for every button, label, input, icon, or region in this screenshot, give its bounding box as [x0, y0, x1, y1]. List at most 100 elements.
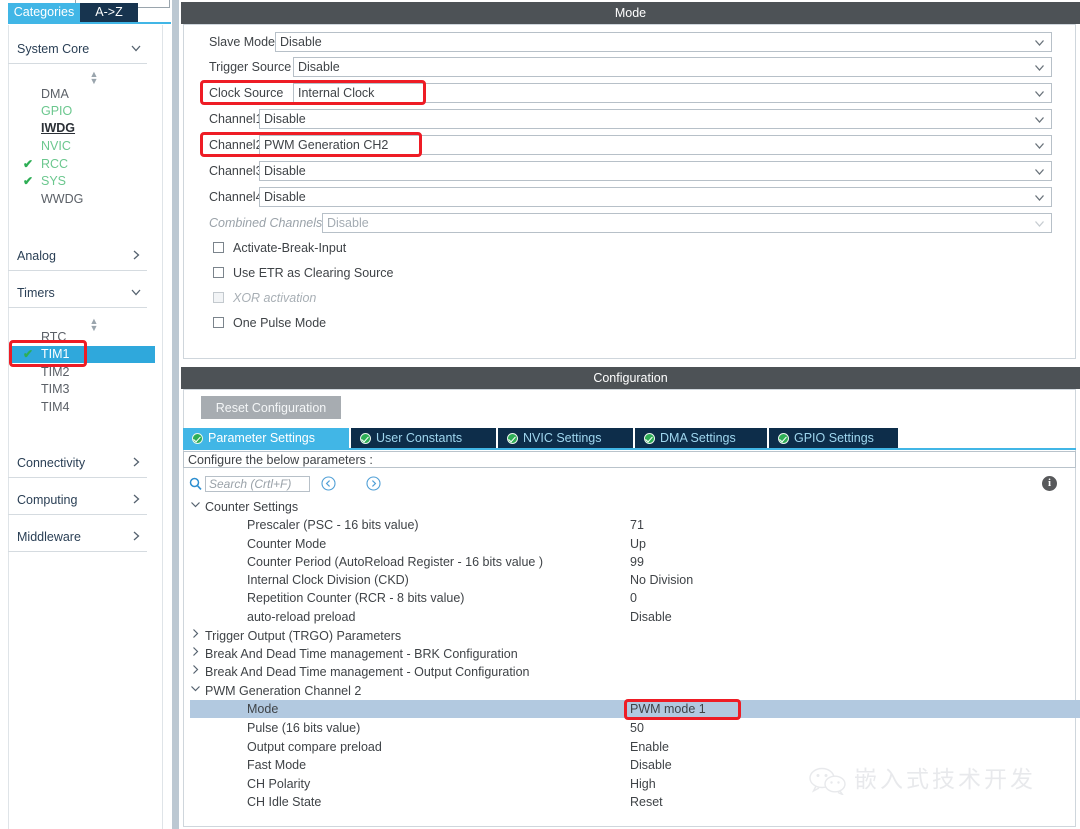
param-row-output-compare-preload[interactable]: Output compare preload Enable: [181, 738, 1080, 756]
chevron-right-icon: [129, 248, 143, 262]
tab-a-to-z[interactable]: A->Z: [80, 3, 138, 22]
chevron-down-icon: [1034, 217, 1045, 230]
tab-parameter-settings[interactable]: Parameter Settings: [183, 428, 349, 449]
tab-nvic-settings[interactable]: NVIC Settings: [498, 428, 633, 449]
channel4-value: Disable: [264, 190, 306, 204]
channel1-value: Disable: [264, 112, 306, 126]
channel1-select[interactable]: Disable: [259, 109, 1052, 129]
sidebar-item-label: RCC: [41, 157, 69, 171]
sidebar-item-nvic[interactable]: NVIC: [10, 138, 155, 155]
sidebar-item-label: RTC: [41, 330, 67, 344]
tab-categories[interactable]: Categories: [8, 3, 80, 22]
param-row-counter-period[interactable]: Counter Period (AutoReload Register - 16…: [181, 553, 1080, 571]
check-circle-icon: [360, 433, 371, 444]
check-circle-icon: [192, 433, 203, 444]
combined-channels-value: Disable: [327, 216, 369, 230]
chevron-down-icon: [129, 285, 143, 299]
channel4-label: Channel4: [209, 190, 263, 204]
sidebar-item-label: TIM2: [41, 365, 70, 379]
param-row-fast-mode[interactable]: Fast Mode Disable: [181, 756, 1080, 774]
param-row-internal-clock-division[interactable]: Internal Clock Division (CKD) No Divisio…: [181, 571, 1080, 589]
sidebar-item-tim3[interactable]: TIM3: [10, 381, 155, 398]
slave-mode-value: Disable: [280, 35, 322, 49]
slave-mode-select[interactable]: Disable: [275, 32, 1052, 52]
clock-source-value: Internal Clock: [298, 86, 375, 100]
param-row-repetition-counter[interactable]: Repetition Counter (RCR - 8 bits value) …: [181, 589, 1080, 607]
search-next-icon[interactable]: [366, 476, 381, 491]
param-name: Output compare preload: [247, 740, 382, 754]
param-value: 71: [630, 518, 644, 532]
xor-activation-label: XOR activation: [233, 291, 317, 305]
sidebar-item-rcc[interactable]: ✔ RCC: [10, 156, 155, 173]
reset-configuration-button[interactable]: Reset Configuration: [201, 396, 341, 419]
sidebar-group-computing[interactable]: Computing: [8, 487, 147, 515]
sidebar-group-timers[interactable]: Timers: [8, 280, 147, 308]
sidebar-item-tim1[interactable]: ✔ TIM1: [10, 346, 155, 363]
param-name: Prescaler (PSC - 16 bits value): [247, 518, 419, 532]
search-input[interactable]: [205, 476, 310, 492]
sidebar-item-label: DMA: [41, 87, 69, 101]
activate-break-input-checkbox[interactable]: [213, 242, 224, 253]
sidebar-group-label: Connectivity: [17, 456, 86, 470]
channel2-select[interactable]: PWM Generation CH2: [259, 135, 1052, 155]
one-pulse-mode-label: One Pulse Mode: [233, 316, 327, 330]
one-pulse-mode-checkbox[interactable]: [213, 317, 224, 328]
sidebar-group-middleware[interactable]: Middleware: [8, 524, 147, 552]
chevron-right-icon: [129, 455, 143, 469]
sidebar-item-label: NVIC: [41, 139, 71, 153]
mode-panel-title: Mode: [181, 2, 1080, 24]
configure-hint-text: Configure the below parameters :: [188, 453, 373, 467]
param-value: 0: [630, 591, 637, 605]
check-icon: ✔: [23, 347, 34, 361]
scroll-up-down-glyph[interactable]: ▲ ▼: [88, 70, 100, 86]
tab-gpio-settings[interactable]: GPIO Settings: [769, 428, 898, 449]
search-previous-icon[interactable]: [321, 476, 336, 491]
param-row-pulse[interactable]: Pulse (16 bits value) 50: [181, 719, 1080, 737]
use-etr-as-clearing-source-checkbox[interactable]: [213, 267, 224, 278]
sidebar-group-connectivity[interactable]: Connectivity: [8, 450, 147, 478]
sidebar-item-label: TIM1: [41, 347, 70, 361]
info-icon[interactable]: i: [1042, 476, 1057, 491]
channel3-select[interactable]: Disable: [259, 161, 1052, 181]
param-value: Enable: [630, 740, 669, 754]
sidebar-item-label: IWDG: [41, 121, 76, 135]
sidebar-item-dma[interactable]: DMA: [10, 86, 155, 103]
param-row-mode[interactable]: Mode PWM mode 1: [190, 700, 1080, 718]
use-etr-as-clearing-source-label: Use ETR as Clearing Source: [233, 266, 394, 280]
chevron-down-icon: [1034, 165, 1045, 178]
trigger-source-select[interactable]: Disable: [293, 57, 1052, 77]
param-value: Disable: [630, 758, 672, 772]
sidebar-group-system-core[interactable]: System Core: [8, 36, 147, 64]
param-row-prescaler[interactable]: Prescaler (PSC - 16 bits value) 71: [181, 516, 1080, 534]
configuration-area: Mode Slave Mode Disable Trigger Source D…: [181, 0, 1080, 829]
channel4-select[interactable]: Disable: [259, 187, 1052, 207]
panel-splitter[interactable]: [171, 0, 180, 829]
param-row-auto-reload-preload[interactable]: auto-reload preload Disable: [181, 608, 1080, 626]
param-row-ch-polarity[interactable]: CH Polarity High: [181, 775, 1080, 793]
param-row-counter-mode[interactable]: Counter Mode Up: [181, 535, 1080, 553]
chevron-right-icon: [189, 645, 201, 663]
sidebar-item-gpio[interactable]: GPIO: [10, 103, 155, 120]
sidebar-item-iwdg[interactable]: IWDG: [10, 120, 155, 137]
param-name: Repetition Counter (RCR - 8 bits value): [247, 591, 465, 605]
sidebar-item-wwdg[interactable]: WWDG: [10, 191, 155, 208]
clock-source-select[interactable]: Internal Clock: [293, 83, 1052, 103]
tab-user-constants[interactable]: User Constants: [351, 428, 496, 449]
param-row-ch-idle-state[interactable]: CH Idle State Reset: [181, 793, 1080, 811]
sidebar-item-rtc[interactable]: RTC: [10, 329, 155, 346]
tab-dma-settings[interactable]: DMA Settings: [635, 428, 767, 449]
sidebar-item-label: TIM3: [41, 382, 70, 396]
param-value: Disable: [630, 610, 672, 624]
sidebar-item-tim2[interactable]: TIM2: [10, 364, 155, 381]
check-icon: ✔: [23, 157, 34, 171]
check-icon: ✔: [23, 174, 34, 188]
configuration-panel-title: Configuration: [181, 367, 1080, 389]
check-circle-icon: [778, 433, 789, 444]
sidebar-group-analog[interactable]: Analog: [8, 243, 147, 271]
sidebar-group-label: System Core: [17, 42, 90, 56]
tab-label: NVIC Settings: [523, 431, 602, 445]
activate-break-input-label: Activate-Break-Input: [233, 241, 347, 255]
sidebar-item-tim4[interactable]: TIM4: [10, 399, 155, 416]
trigger-source-label: Trigger Source: [209, 60, 292, 74]
sidebar-item-sys[interactable]: ✔ SYS: [10, 173, 155, 190]
